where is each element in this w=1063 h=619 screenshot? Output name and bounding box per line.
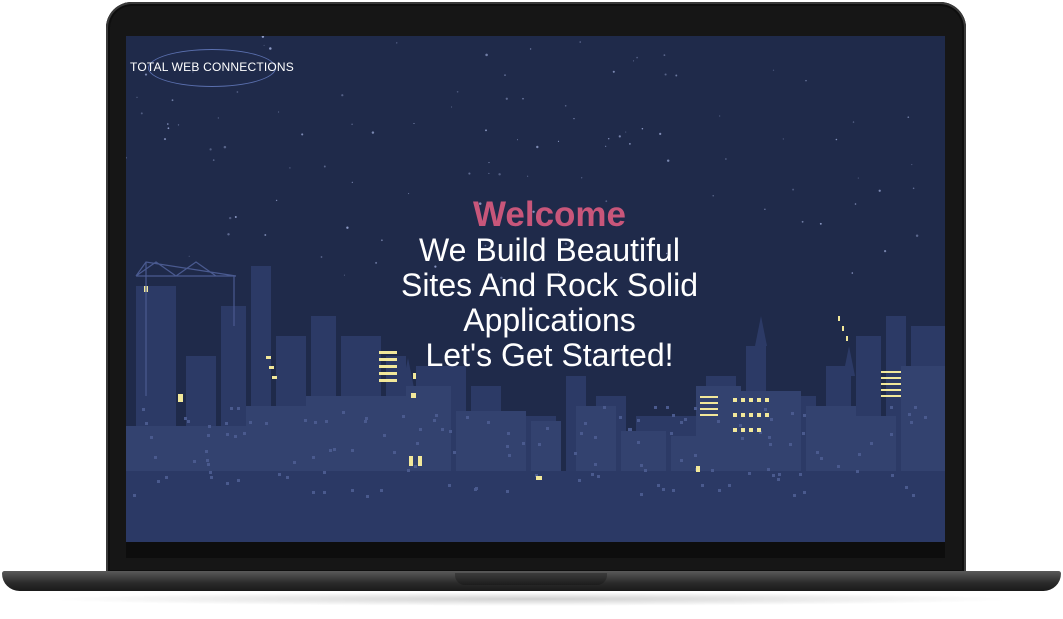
laptop-bezel-bottom — [126, 542, 945, 558]
laptop-opening-notch — [455, 573, 607, 585]
hero-section: Welcome We Build Beautiful Sites And Roc… — [126, 196, 945, 373]
headline-line-4: Let's Get Started! — [425, 337, 674, 373]
laptop-screen: TOTAL WEB CONNECTIONS Welcome We Build B… — [126, 36, 945, 542]
logo-text: TOTAL WEB CONNECTIONS — [130, 60, 294, 74]
welcome-heading: Welcome — [472, 195, 627, 234]
headline-line-3: Applications — [463, 302, 636, 338]
site-logo[interactable]: TOTAL WEB CONNECTIONS — [126, 46, 301, 88]
headline-line-1: We Build Beautiful — [419, 232, 680, 268]
headline-line-2: Sites And Rock Solid — [400, 267, 699, 303]
laptop-shadow — [40, 592, 1023, 606]
